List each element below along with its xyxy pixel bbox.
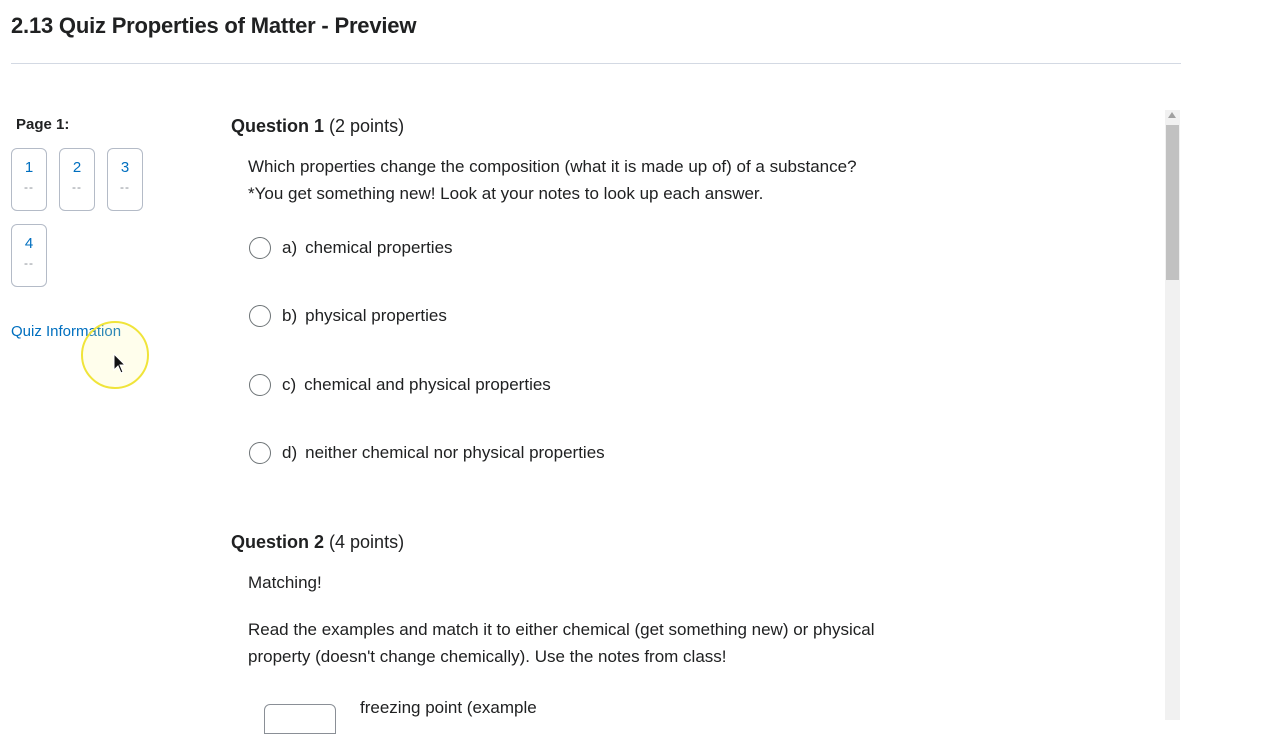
question-nav-number: 4: [24, 235, 34, 252]
question-nav-status: --: [72, 180, 82, 194]
choice-letter: a): [282, 238, 298, 257]
scroll-up-arrow-icon[interactable]: [1168, 112, 1176, 118]
choice-text: chemical and physical properties: [304, 375, 551, 394]
choice-d[interactable]: d) neither chemical nor physical propert…: [249, 442, 605, 464]
scrollbar-thumb[interactable]: [1166, 125, 1179, 280]
question-title: Question 1: [231, 116, 325, 136]
question-nav-3[interactable]: 3 --: [107, 148, 143, 211]
choice-a[interactable]: a) chemical properties: [249, 237, 453, 259]
question-nav-number: 2: [72, 159, 82, 176]
question-nav-status: --: [24, 256, 34, 270]
question-nav-2[interactable]: 2 --: [59, 148, 95, 211]
question-nav-status: --: [24, 180, 34, 194]
matching-dropdown[interactable]: [264, 704, 336, 734]
question-title: Question 2: [231, 532, 325, 552]
question-nav-number: 3: [120, 159, 130, 176]
page-label: Page 1:: [16, 116, 70, 133]
question-2-heading: Question 2 (4 points): [231, 532, 404, 553]
question-points: (4 points): [329, 532, 405, 552]
question-1-heading: Question 1 (2 points): [231, 116, 404, 137]
choice-text: chemical properties: [305, 238, 453, 257]
question-points: (2 points): [329, 116, 405, 136]
choice-letter: c): [282, 375, 297, 394]
choice-c[interactable]: c) chemical and physical properties: [249, 374, 551, 396]
choice-text: physical properties: [305, 306, 447, 325]
question-nav-4[interactable]: 4 --: [11, 224, 47, 287]
choice-letter: d): [282, 443, 298, 462]
matching-item-text: freezing point (example: [360, 698, 537, 717]
question-navigation-sidebar: Page 1: 1 -- 2 -- 3 -- 4 -- Quiz Informa…: [0, 0, 200, 720]
question-2-intro: Matching!: [248, 573, 322, 592]
radio-button[interactable]: [249, 305, 271, 327]
radio-button[interactable]: [249, 374, 271, 396]
choice-text: neither chemical nor physical properties: [305, 443, 605, 462]
question-text-line: Which properties change the composition …: [248, 157, 857, 176]
choice-letter: b): [282, 306, 298, 325]
question-text-line: property (doesn't change chemically). Us…: [248, 647, 727, 666]
choice-b[interactable]: b) physical properties: [249, 305, 447, 327]
mouse-pointer-icon: [113, 353, 127, 374]
question-1-prompt: Which properties change the composition …: [248, 153, 857, 207]
question-2-prompt: Read the examples and match it to either…: [248, 616, 1008, 670]
radio-button[interactable]: [249, 442, 271, 464]
radio-button[interactable]: [249, 237, 271, 259]
question-nav-number: 1: [24, 159, 34, 176]
question-text-line: Read the examples and match it to either…: [248, 620, 875, 639]
question-text-line: *You get something new! Look at your not…: [248, 184, 764, 203]
question-nav-1[interactable]: 1 --: [11, 148, 47, 211]
question-nav-status: --: [120, 180, 130, 194]
vertical-scrollbar[interactable]: [1165, 110, 1180, 720]
